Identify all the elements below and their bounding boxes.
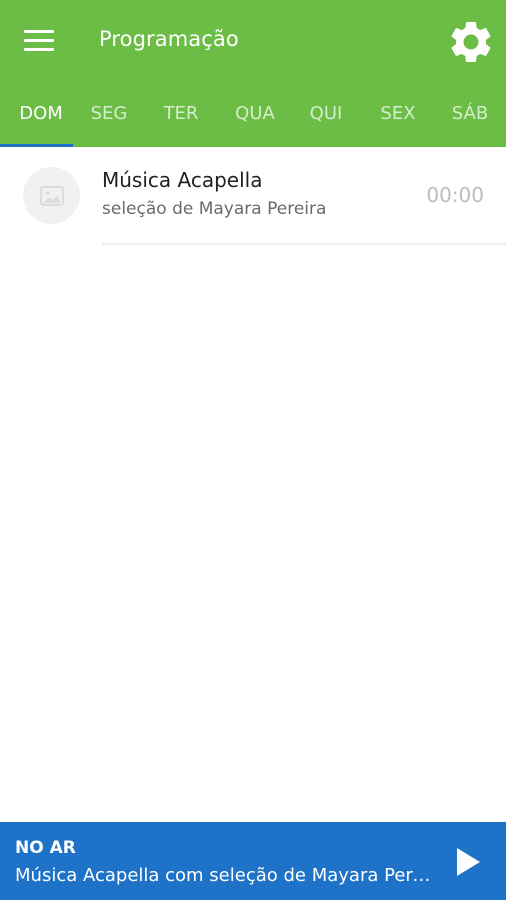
program-subtitle: seleção de Mayara Pereira xyxy=(102,199,327,219)
tab-dom[interactable]: DOM xyxy=(0,90,82,147)
program-time: 00:00 xyxy=(426,183,484,207)
toolbar: Programação xyxy=(0,0,506,82)
settings-button[interactable] xyxy=(446,17,496,67)
play-button[interactable] xyxy=(448,842,488,882)
on-air-label: NO AR xyxy=(15,838,76,858)
now-playing-bar[interactable]: NO AR Música Acapella com seleção de May… xyxy=(0,822,506,900)
divider xyxy=(102,243,506,245)
menu-icon xyxy=(24,30,54,33)
day-tabs: DOM SEG TER QUA QUI SEX SÁB xyxy=(0,90,506,147)
tab-ter[interactable]: TER xyxy=(145,90,217,147)
tab-sex[interactable]: SEX xyxy=(362,90,434,147)
tab-sab[interactable]: SÁB xyxy=(434,90,506,147)
play-icon xyxy=(457,848,480,876)
page-title: Programação xyxy=(99,27,239,51)
program-title: Música Acapella xyxy=(102,168,263,192)
tab-seg[interactable]: SEG xyxy=(72,90,146,147)
list-item[interactable]: Música Acapella seleção de Mayara Pereir… xyxy=(0,147,506,245)
gear-icon xyxy=(451,21,491,62)
tab-qua[interactable]: QUA xyxy=(219,90,291,147)
program-thumbnail xyxy=(23,167,80,224)
app-bar: Programação DOM SEG TER QUA QUI SEX SÁB xyxy=(0,0,506,147)
image-placeholder-icon xyxy=(39,185,64,206)
tab-qui[interactable]: QUI xyxy=(290,90,362,147)
schedule-list: Música Acapella seleção de Mayara Pereir… xyxy=(0,147,506,245)
now-playing-text: Música Acapella com seleção de Mayara Pe… xyxy=(15,865,431,886)
menu-button[interactable] xyxy=(18,24,62,60)
